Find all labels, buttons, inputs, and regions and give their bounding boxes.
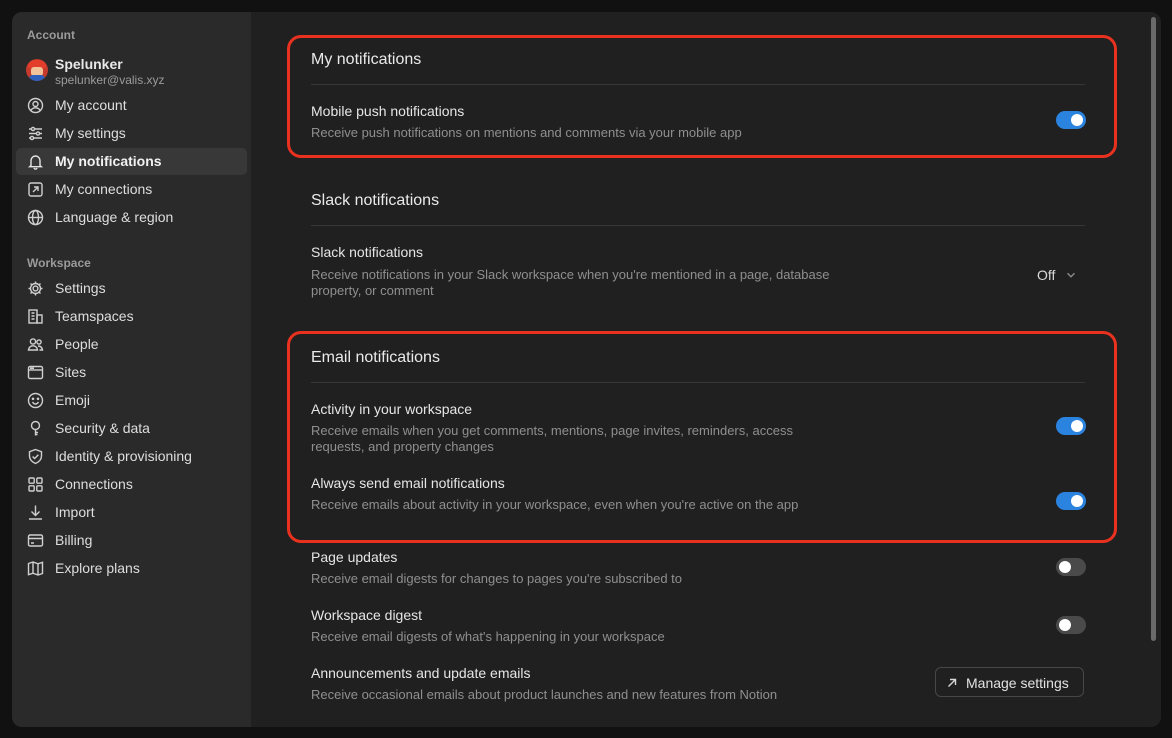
sidebar-item-people[interactable]: People xyxy=(16,331,247,358)
sidebar-item-identity-provisioning[interactable]: Identity & provisioning xyxy=(16,443,247,470)
sidebar-item-label: Language & region xyxy=(55,209,174,225)
people-icon xyxy=(27,336,44,353)
sidebar-item-billing[interactable]: Billing xyxy=(16,527,247,554)
sidebar-item-emoji[interactable]: Emoji xyxy=(16,387,247,414)
chevron-down-icon xyxy=(1066,267,1076,285)
announcements-title: Announcements and update emails xyxy=(311,665,531,681)
user-circle-icon xyxy=(27,97,44,114)
browser-icon xyxy=(27,364,44,381)
sidebar-item-label: My settings xyxy=(55,125,126,141)
slack-select-value: Off xyxy=(1037,267,1056,284)
manage-settings-label: Manage settings xyxy=(966,675,1069,691)
main-panel: My notifications Mobile push notificatio… xyxy=(251,12,1161,727)
shield-check-icon xyxy=(27,448,44,465)
key-icon xyxy=(27,420,44,437)
user-name: Spelunker xyxy=(55,56,123,72)
sidebar-item-settings[interactable]: Settings xyxy=(16,275,247,302)
sidebar-item-language-region[interactable]: Language & region xyxy=(16,204,247,231)
sidebar-item-label: People xyxy=(55,336,99,352)
sidebar-item-connections[interactable]: Connections xyxy=(16,471,247,498)
highlight-my-notifications xyxy=(287,35,1117,158)
workspace-digest-toggle[interactable] xyxy=(1056,616,1086,634)
user-email: spelunker@valis.xyz xyxy=(55,73,165,87)
sidebar-item-label: My notifications xyxy=(55,153,162,169)
manage-settings-button[interactable]: Manage settings xyxy=(935,667,1084,697)
divider xyxy=(311,225,1085,226)
sliders-icon xyxy=(27,125,44,142)
map-icon xyxy=(27,560,44,577)
workspace-digest-desc: Receive email digests of what's happenin… xyxy=(311,629,665,644)
sidebar-item-label: Billing xyxy=(55,532,93,548)
building-icon xyxy=(27,308,44,325)
user-profile: Spelunker spelunker@valis.xyz xyxy=(26,56,246,88)
sidebar-item-my-notifications[interactable]: My notifications xyxy=(16,148,247,175)
grid-icon xyxy=(27,476,44,493)
sidebar-item-teamspaces[interactable]: Teamspaces xyxy=(16,303,247,330)
globe-icon xyxy=(27,209,44,226)
external-link-icon xyxy=(27,181,44,198)
sidebar-item-label: Emoji xyxy=(55,392,91,408)
sidebar-item-label: Settings xyxy=(55,280,106,296)
credit-card-icon xyxy=(27,532,44,549)
page-updates-title: Page updates xyxy=(311,549,398,565)
settings-window: Account Spelunker spelunker@valis.xyz My… xyxy=(12,12,1161,727)
page-updates-desc: Receive email digests for changes to pag… xyxy=(311,571,683,586)
bell-icon xyxy=(27,153,44,170)
sidebar-item-label: Security & data xyxy=(55,420,150,436)
slack-section-title: Slack notifications xyxy=(311,192,440,209)
account-section-label: Account xyxy=(27,28,75,42)
gear-icon xyxy=(27,280,44,297)
scrollbar[interactable] xyxy=(1151,17,1156,641)
sidebar-item-label: Explore plans xyxy=(55,560,140,576)
sidebar-item-my-connections[interactable]: My connections xyxy=(16,176,247,203)
page-updates-toggle[interactable] xyxy=(1056,558,1086,576)
sidebar: Account Spelunker spelunker@valis.xyz My… xyxy=(12,12,251,727)
avatar xyxy=(26,59,48,81)
slack-row-title: Slack notifications xyxy=(311,244,424,260)
sidebar-item-sites[interactable]: Sites xyxy=(16,359,247,386)
sidebar-item-explore-plans[interactable]: Explore plans xyxy=(16,555,247,582)
smiley-icon xyxy=(27,392,44,409)
sidebar-item-my-settings[interactable]: My settings xyxy=(16,120,247,147)
sidebar-item-import[interactable]: Import xyxy=(16,499,247,526)
highlight-email-notifications xyxy=(287,331,1117,543)
download-icon xyxy=(27,504,44,521)
announcements-desc: Receive occasional emails about product … xyxy=(311,687,778,702)
sidebar-item-label: Connections xyxy=(55,476,133,492)
slack-row-desc: Receive notifications in your Slack work… xyxy=(311,267,830,298)
arrow-up-right-icon xyxy=(946,676,958,694)
sidebar-item-my-account[interactable]: My account xyxy=(16,92,247,119)
sidebar-item-label: Import xyxy=(55,504,95,520)
sidebar-item-label: My account xyxy=(55,97,127,113)
sidebar-item-label: Teamspaces xyxy=(55,308,134,324)
sidebar-item-label: Sites xyxy=(55,364,87,380)
sidebar-item-security-data[interactable]: Security & data xyxy=(16,415,247,442)
slack-notifications-select[interactable]: Off xyxy=(1037,267,1076,289)
workspace-section-label: Workspace xyxy=(27,256,91,270)
sidebar-item-label: My connections xyxy=(55,181,153,197)
sidebar-item-label: Identity & provisioning xyxy=(55,448,192,464)
workspace-digest-title: Workspace digest xyxy=(311,607,423,623)
